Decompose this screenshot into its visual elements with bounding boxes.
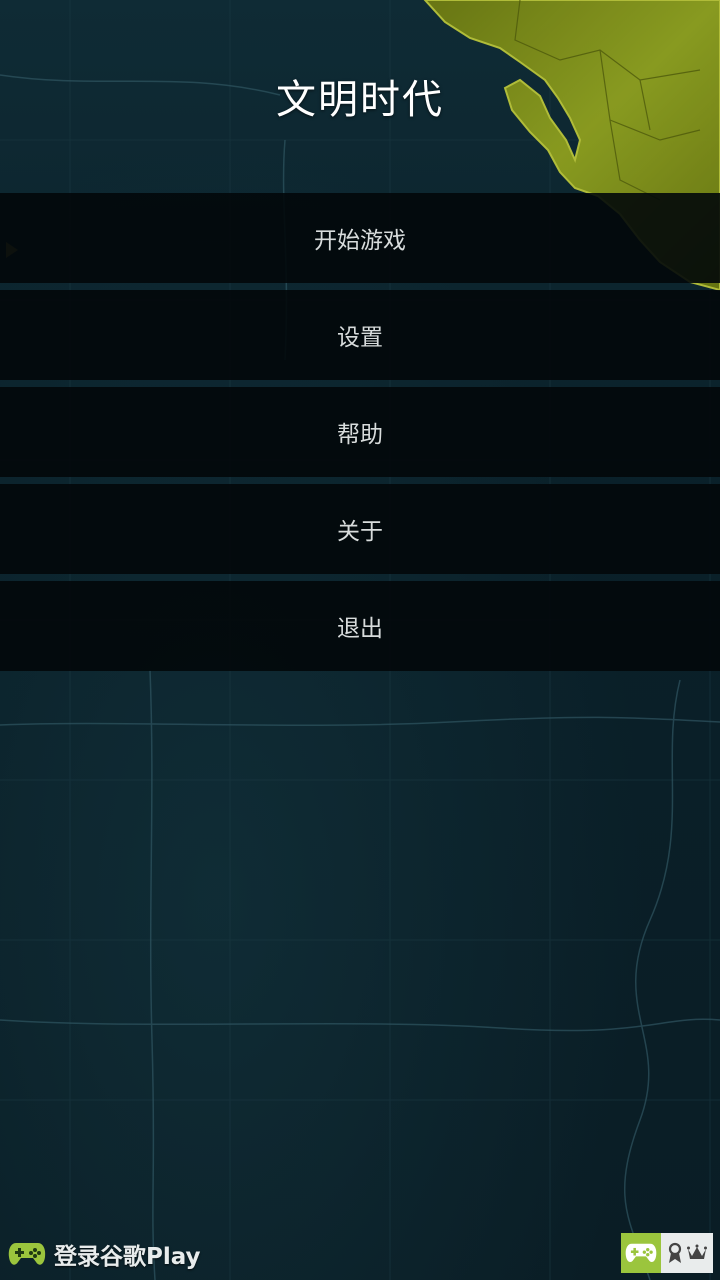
google-play-signin-button[interactable]: 登录谷歌Play bbox=[8, 1236, 201, 1272]
main-menu: 开始游戏 设置 帮助 关于 退出 bbox=[0, 193, 720, 671]
start-game-button[interactable]: 开始游戏 bbox=[0, 193, 720, 283]
signin-label: 登录谷歌Play bbox=[54, 1244, 201, 1270]
settings-button[interactable]: 设置 bbox=[0, 290, 720, 380]
gamepad-icon bbox=[625, 1243, 657, 1263]
play-games-button[interactable] bbox=[621, 1233, 661, 1273]
achievement-ribbon-icon[interactable] bbox=[667, 1242, 683, 1264]
game-title: 文明时代 bbox=[276, 77, 444, 123]
gamepad-icon bbox=[8, 1243, 46, 1265]
about-button[interactable]: 关于 bbox=[0, 484, 720, 574]
help-button[interactable]: 帮助 bbox=[0, 387, 720, 477]
exit-button[interactable]: 退出 bbox=[0, 581, 720, 671]
main-menu-screen: 文明时代 开始游戏 设置 帮助 关于 退出 登录谷歌Play bbox=[0, 0, 720, 1280]
achievements-leaderboards-buttons bbox=[661, 1233, 713, 1273]
crown-icon[interactable] bbox=[687, 1244, 707, 1262]
play-games-widget bbox=[621, 1233, 713, 1273]
